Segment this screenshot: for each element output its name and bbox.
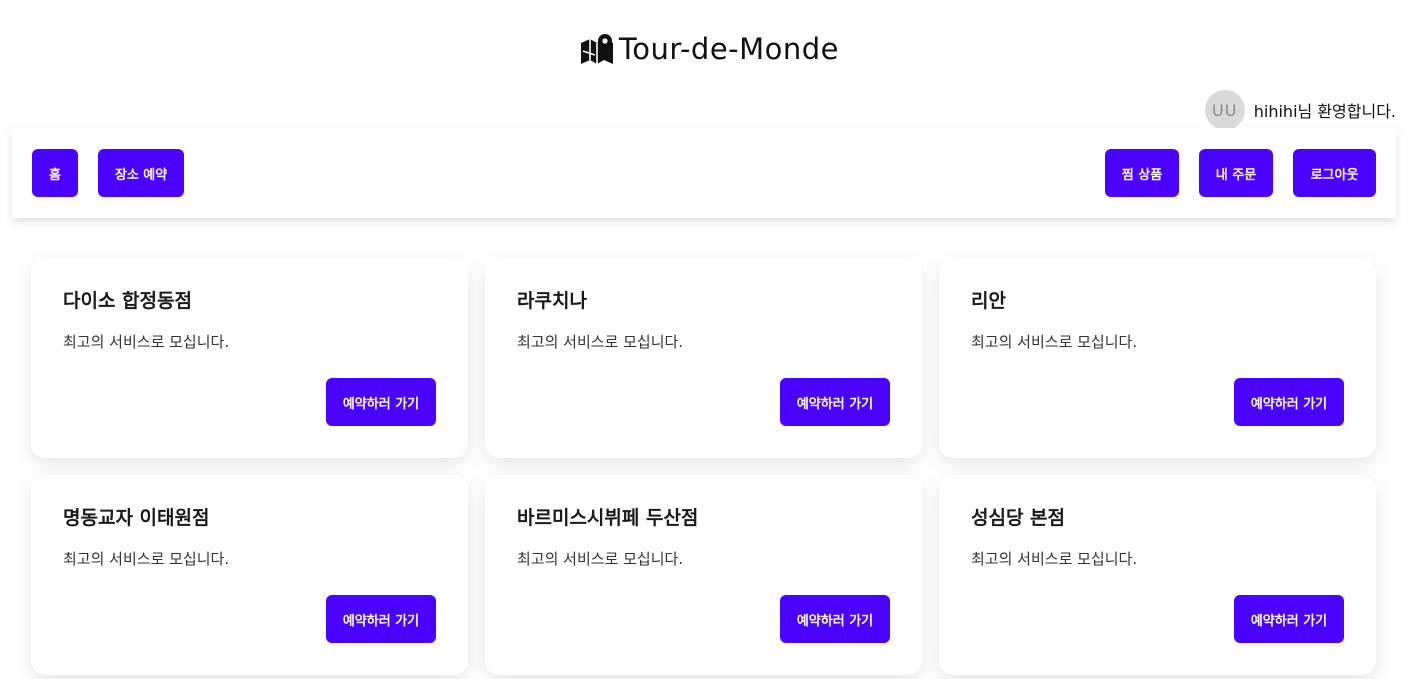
- nav-logout-button[interactable]: 로그아웃: [1293, 149, 1376, 197]
- map-pin-icon: [579, 33, 615, 65]
- place-card: 성심당 본점 최고의 서비스로 모십니다. 예약하러 가기: [939, 475, 1376, 675]
- nav-bar: 홈 장소 예약 찜 상품 내 주문 로그아웃: [12, 128, 1396, 218]
- place-card-title: 명동교자 이태원점: [63, 507, 210, 529]
- place-card-title: 다이소 합정동점: [63, 290, 192, 312]
- user-welcome: UU hihihi님 환영합니다.: [1204, 90, 1396, 130]
- brand-header: Tour-de-Monde: [0, 32, 1418, 66]
- place-card-title: 성심당 본점: [971, 507, 1066, 529]
- nav-right: 찜 상품 내 주문 로그아웃: [1105, 149, 1376, 197]
- nav-my-orders-button[interactable]: 내 주문: [1199, 149, 1273, 197]
- place-card-description: 최고의 서비스로 모십니다.: [63, 550, 230, 568]
- place-card-description: 최고의 서비스로 모십니다.: [971, 333, 1138, 351]
- place-card: 바르미스시뷔페 두산점 최고의 서비스로 모십니다. 예약하러 가기: [485, 475, 922, 675]
- reserve-button[interactable]: 예약하러 가기: [780, 378, 890, 426]
- place-card-title: 리안: [971, 290, 1006, 312]
- nav-place-reservation-button[interactable]: 장소 예약: [98, 149, 184, 197]
- place-card-description: 최고의 서비스로 모십니다.: [63, 333, 230, 351]
- place-card-description: 최고의 서비스로 모십니다.: [517, 550, 684, 568]
- place-card: 리안 최고의 서비스로 모십니다. 예약하러 가기: [939, 258, 1376, 458]
- reserve-button[interactable]: 예약하러 가기: [1234, 378, 1344, 426]
- place-card-title: 바르미스시뷔페 두산점: [517, 507, 699, 529]
- reserve-button[interactable]: 예약하러 가기: [326, 378, 436, 426]
- avatar[interactable]: UU: [1204, 90, 1245, 130]
- reserve-button[interactable]: 예약하러 가기: [326, 595, 436, 643]
- brand-title: Tour-de-Monde: [618, 32, 840, 66]
- place-card-grid: 다이소 합정동점 최고의 서비스로 모십니다. 예약하러 가기 라쿠치나 최고의…: [31, 258, 1376, 675]
- welcome-text: hihihi님 환영합니다.: [1253, 102, 1396, 121]
- place-card: 명동교자 이태원점 최고의 서비스로 모십니다. 예약하러 가기: [31, 475, 468, 675]
- nav-left: 홈 장소 예약: [32, 149, 184, 197]
- place-card: 라쿠치나 최고의 서비스로 모십니다. 예약하러 가기: [485, 258, 922, 458]
- place-card: 다이소 합정동점 최고의 서비스로 모십니다. 예약하러 가기: [31, 258, 468, 458]
- nav-wishlist-button[interactable]: 찜 상품: [1105, 149, 1179, 197]
- page: Tour-de-Monde UU hihihi님 환영합니다. 홈 장소 예약 …: [0, 0, 1418, 679]
- place-card-description: 최고의 서비스로 모십니다.: [971, 550, 1138, 568]
- reserve-button[interactable]: 예약하러 가기: [1234, 595, 1344, 643]
- reserve-button[interactable]: 예약하러 가기: [780, 595, 890, 643]
- place-card-description: 최고의 서비스로 모십니다.: [517, 333, 684, 351]
- place-card-title: 라쿠치나: [517, 290, 587, 312]
- nav-home-button[interactable]: 홈: [32, 149, 78, 197]
